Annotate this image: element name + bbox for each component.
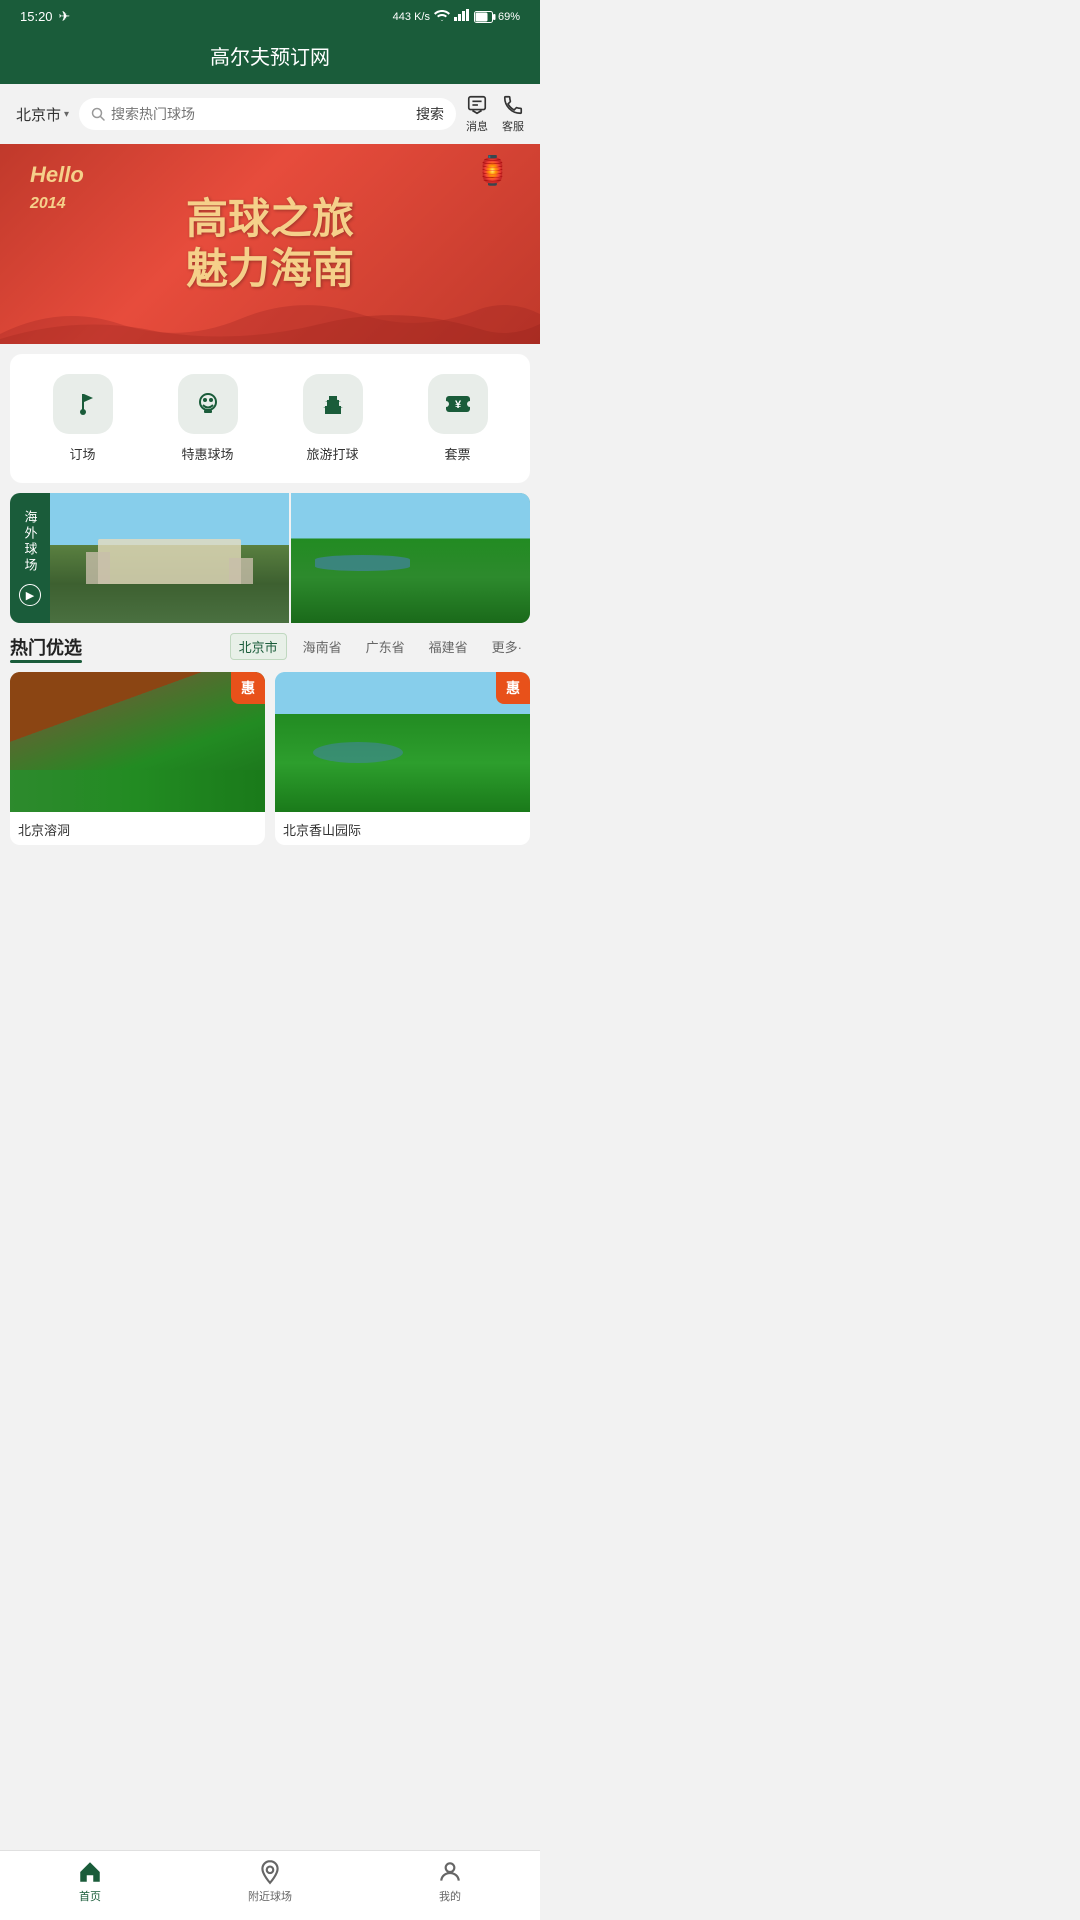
course-badge-2: 惠 [496,672,530,704]
overseas-image-1[interactable] [50,493,289,623]
app-header: 高尔夫预订网 [0,33,540,84]
overseas-arrow: ▶ [19,584,41,606]
course-card-1[interactable]: 惠 北京溶洞 [10,672,265,845]
banner-title-line1: 高球之旅 魅力海南 [186,194,354,295]
hot-section-title: 热门优选 [10,638,82,658]
phone-icon [502,94,524,116]
nav-nearby-label: 附近球场 [248,1888,292,1904]
category-travel-golf[interactable]: 旅游打球 [303,374,363,463]
search-bar: 北京市 ▾ 搜索 消息 客服 [0,84,540,144]
hot-section: 热门优选 北京市 海南省 广东省 福建省 更多· 惠 北京溶洞 [10,633,530,845]
category-package[interactable]: ¥ 套票 [428,374,488,463]
book-course-icon [53,374,113,434]
travel-golf-icon [303,374,363,434]
status-time: 15:20 [20,9,53,24]
nav-nearby[interactable]: 附近球场 [180,1859,360,1904]
city-label: 北京市 [16,104,61,125]
message-label: 消息 [466,118,488,134]
search-input-wrap[interactable]: 搜索 [79,98,456,130]
search-button[interactable]: 搜索 [416,104,444,124]
home-icon [77,1859,103,1885]
banner-decoration [0,294,540,344]
status-battery: 69% [474,11,520,23]
category-book-course-label: 订场 [69,444,95,463]
hot-tab-hainan[interactable]: 海南省 [295,634,350,659]
overseas-images [50,493,530,623]
hot-tab-more[interactable]: 更多· [484,634,530,659]
categories-section: 订场 特惠球场 旅游打球 [10,354,530,483]
nav-mine[interactable]: 我的 [360,1859,540,1904]
hot-tabs: 北京市 海南省 广东省 福建省 更多· [230,633,530,660]
course-card-2[interactable]: 惠 北京香山园际 [275,672,530,845]
course-image-1 [10,672,265,812]
svg-text:¥: ¥ [454,399,461,411]
user-icon [437,1859,463,1885]
category-discount-label: 特惠球场 [181,444,233,463]
category-travel-label: 旅游打球 [306,444,358,463]
status-wifi-icon [434,9,450,24]
message-icon [466,94,488,116]
banner-hello-text: Hello2014 [30,162,84,214]
hot-title-wrap: 热门优选 [10,634,82,660]
course-grid: 惠 北京溶洞 惠 北京香山园际 [10,672,530,845]
course-name-1: 北京溶洞 [10,812,265,845]
location-icon [257,1859,283,1885]
status-signal-icon [454,9,470,24]
header-icons: 消息 客服 [466,94,524,134]
hot-tab-fujian[interactable]: 福建省 [421,634,476,659]
nav-mine-label: 我的 [439,1888,461,1904]
banner-content: 高球之旅 魅力海南 [186,194,354,295]
message-button[interactable]: 消息 [466,94,488,134]
banner[interactable]: Hello2014 🏮 高球之旅 魅力海南 [0,144,540,344]
hot-title-underline [10,660,82,663]
chevron-down-icon: ▾ [64,109,69,120]
status-airplane-icon: ✈ [59,8,71,25]
course-badge-1: 惠 [231,672,265,704]
overseas-tag-text: 海外球场 [21,510,40,574]
category-package-label: 套票 [444,444,470,463]
overseas-section: 海外球场 ▶ [10,493,530,623]
hot-tab-guangdong[interactable]: 广东省 [358,634,413,659]
category-book-course[interactable]: 订场 [53,374,113,463]
bottom-nav: 首页 附近球场 我的 [0,1850,540,1920]
city-selector[interactable]: 北京市 ▾ [16,104,69,125]
search-icon [91,107,105,121]
app-title: 高尔夫预订网 [210,47,330,69]
category-discount-course[interactable]: 特惠球场 [178,374,238,463]
service-button[interactable]: 客服 [502,94,524,134]
hot-header: 热门优选 北京市 海南省 广东省 福建省 更多· [10,633,530,660]
banner-lantern: 🏮 [475,154,510,187]
course-image-wrap-2: 惠 [275,672,530,812]
package-icon: ¥ [428,374,488,434]
status-bar: 15:20 ✈ 443 K/s 69% [0,0,540,33]
service-label: 客服 [502,118,524,134]
overseas-tag[interactable]: 海外球场 ▶ [10,493,50,623]
course-image-wrap-1: 惠 [10,672,265,812]
discount-course-icon [178,374,238,434]
status-network: 443 K/s [393,11,430,23]
hot-tab-beijing[interactable]: 北京市 [230,633,287,660]
course-name-2: 北京香山园际 [275,812,530,845]
nav-home-label: 首页 [79,1888,101,1904]
search-input[interactable] [111,106,410,122]
nav-home[interactable]: 首页 [0,1859,180,1904]
course-image-2 [275,672,530,812]
overseas-image-2[interactable] [291,493,530,623]
